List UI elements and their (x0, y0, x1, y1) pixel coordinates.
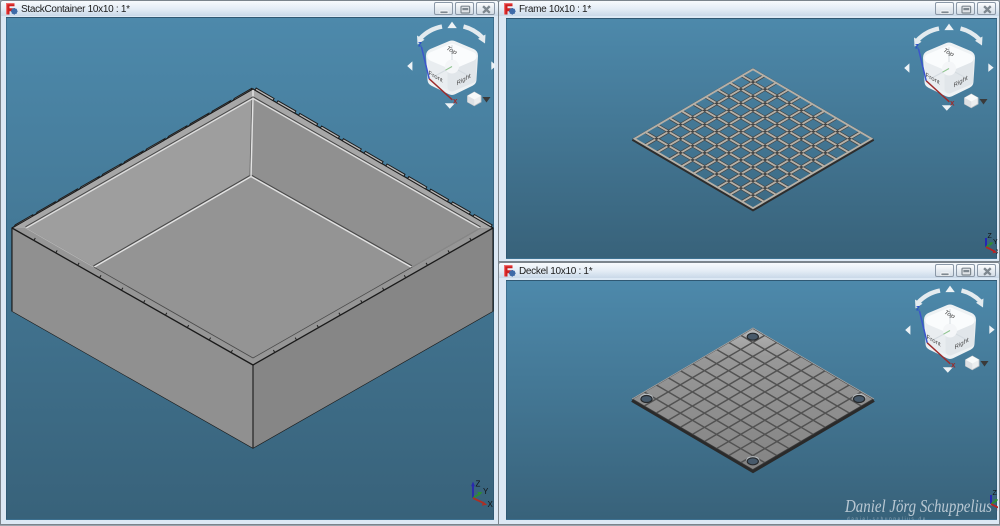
svg-text:Daniel Jörg Schuppelius: Daniel Jörg Schuppelius (844, 496, 992, 516)
svg-text:daniel-schuppelius.de: daniel-schuppelius.de (847, 516, 927, 520)
